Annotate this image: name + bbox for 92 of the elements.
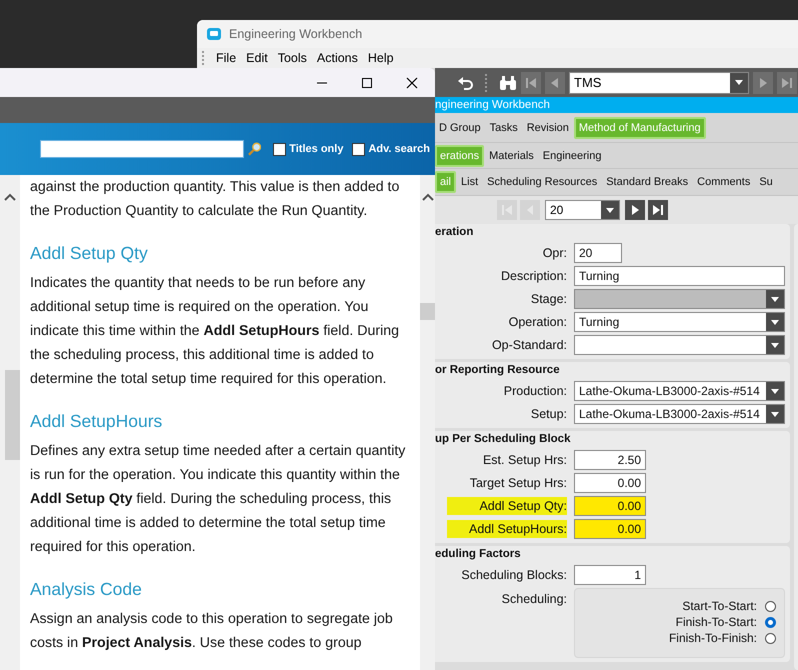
input-field[interactable]: Turning xyxy=(574,266,785,286)
paragraph: Indicates the quantity that needs to be run before any additional setup time is required on the operation. You indicate this time within the Addl SetupHours field. During the scheduling process, this additional time is added to determine the total setup time required for this operation. xyxy=(30,274,400,389)
section-heading: Addl Setup Qty xyxy=(30,242,149,265)
dropdown-arrow-icon xyxy=(735,80,743,85)
field-label: Scheduling Blocks: xyxy=(460,568,567,582)
dropdown-arrow-icon xyxy=(771,320,779,324)
input-field[interactable]: 0.00 xyxy=(574,473,646,493)
checkbox[interactable] xyxy=(352,142,366,156)
input-field[interactable]: 1 xyxy=(574,565,646,585)
field-label: Stage: xyxy=(530,292,567,306)
section-heading: Analysis Code xyxy=(30,578,143,601)
tab[interactable]: List xyxy=(457,173,482,191)
paragraph: Assign an analysis code to this operation to segregate job costs in Project Analysis. Use these codes to group xyxy=(30,610,394,653)
paragraph: Defines any extra setup time needed after a certain quantity is run for the operation. You indicate this quantity within the Addl Setup Qty field. During the scheduling process, this additional time is added to determine the total setup time required for this operation. xyxy=(30,442,406,557)
search-icon[interactable] xyxy=(248,142,262,156)
paragraph: against the production quantity. This value is then added to the Production Quantity to calculate the Run Quantity. xyxy=(30,178,400,221)
input-field[interactable]: 2.50 xyxy=(574,450,646,470)
last-icon xyxy=(780,76,794,90)
radio-label: Start-To-Start: xyxy=(682,599,757,613)
scroll-thumb[interactable] xyxy=(5,370,20,460)
banner: ngineering Workbench xyxy=(435,97,798,113)
field-label: Op-Standard: xyxy=(490,338,567,352)
dropdown-field[interactable] xyxy=(574,335,785,355)
tab[interactable]: Tasks xyxy=(486,118,522,136)
dropdown-field[interactable]: Lathe-Okuma-LB3000-2axis-#514 xyxy=(574,404,785,424)
next-icon xyxy=(629,204,641,216)
field-label: Addl SetupHours: xyxy=(447,520,567,538)
menu-item[interactable]: Help xyxy=(368,51,394,65)
window-title: Engineering Workbench xyxy=(229,27,362,41)
menu-item[interactable]: Tools xyxy=(278,51,307,65)
dropdown-arrow-icon xyxy=(606,208,614,212)
radio-button[interactable] xyxy=(765,616,776,628)
field-label: Opr: xyxy=(542,246,567,260)
field-label: Est. Setup Hrs: xyxy=(482,453,567,467)
first-record-button[interactable] xyxy=(521,72,541,94)
previous-record-button[interactable] xyxy=(545,72,565,94)
input-field[interactable]: 0.00 xyxy=(574,519,646,539)
field-label: Production: xyxy=(502,384,567,398)
field-label: Scheduling: xyxy=(500,591,567,606)
field-label: Description: xyxy=(500,269,567,283)
scroll-thumb[interactable] xyxy=(420,303,435,320)
record-combo[interactable]: TMS xyxy=(569,72,749,94)
dropdown-field[interactable]: Turning xyxy=(574,312,785,332)
undo-icon[interactable] xyxy=(457,74,475,90)
app-icon xyxy=(207,28,221,40)
input-field[interactable]: 0.00 xyxy=(574,496,646,516)
checkbox[interactable] xyxy=(273,142,286,156)
radio-label: Finish-To-Finish: xyxy=(668,631,757,645)
radio-button[interactable] xyxy=(765,600,776,612)
input-field[interactable]: 20 xyxy=(574,243,622,263)
section-title: or Reporting Resource xyxy=(435,364,561,378)
section-heading: Addl SetupHours xyxy=(30,410,164,433)
field-label: Setup: xyxy=(530,407,567,421)
maximize-icon[interactable] xyxy=(361,76,373,88)
close-icon[interactable] xyxy=(406,76,418,88)
field-label: Addl Setup Qty: xyxy=(447,497,567,515)
first-icon xyxy=(524,76,538,90)
tab[interactable]: Engineering xyxy=(538,146,606,164)
tab[interactable]: Su xyxy=(755,173,777,191)
dropdown-field[interactable]: Lathe-Okuma-LB3000-2axis-#514 xyxy=(574,381,785,401)
menu-item[interactable]: File xyxy=(216,51,236,65)
tab[interactable]: Revision xyxy=(522,118,573,136)
scrollbar[interactable] xyxy=(420,175,435,670)
next-record-button[interactable] xyxy=(625,200,645,220)
dropdown-arrow-icon xyxy=(771,342,779,348)
menu-item[interactable]: Edit xyxy=(246,51,268,65)
dropdown-arrow-icon xyxy=(771,388,779,394)
checkbox-label: Titles only xyxy=(289,143,344,155)
tab[interactable]: Scheduling Resources xyxy=(483,173,602,191)
tab[interactable]: Standard Breaks xyxy=(602,173,692,191)
menu-item[interactable]: Actions xyxy=(316,51,358,65)
radio-button[interactable] xyxy=(765,632,776,644)
tab[interactable]: Materials xyxy=(485,146,538,164)
field-label: Target Setup Hrs: xyxy=(468,476,567,490)
section-title: up Per Scheduling Block xyxy=(435,433,572,447)
field-label: Operation: xyxy=(508,315,567,329)
binoculars-icon[interactable] xyxy=(499,74,517,90)
scroll-up-icon[interactable] xyxy=(422,193,434,201)
dropdown-arrow-icon xyxy=(771,296,779,302)
section-title: eration xyxy=(435,226,474,240)
operation-combo[interactable]: 20 xyxy=(545,200,620,220)
last-record-button[interactable] xyxy=(648,200,668,220)
tab[interactable]: Comments xyxy=(693,173,754,191)
checkbox-label: Adv. search xyxy=(368,143,430,155)
radio-label: Finish-To-Start: xyxy=(676,615,757,629)
section-title: eduling Factors xyxy=(435,548,522,562)
scrollbar[interactable] xyxy=(0,175,20,670)
tab[interactable]: D Group xyxy=(435,118,485,136)
last-icon xyxy=(652,204,664,216)
scroll-up-icon[interactable] xyxy=(4,193,16,201)
search-field[interactable] xyxy=(40,140,244,158)
dropdown-arrow-icon xyxy=(771,412,779,416)
